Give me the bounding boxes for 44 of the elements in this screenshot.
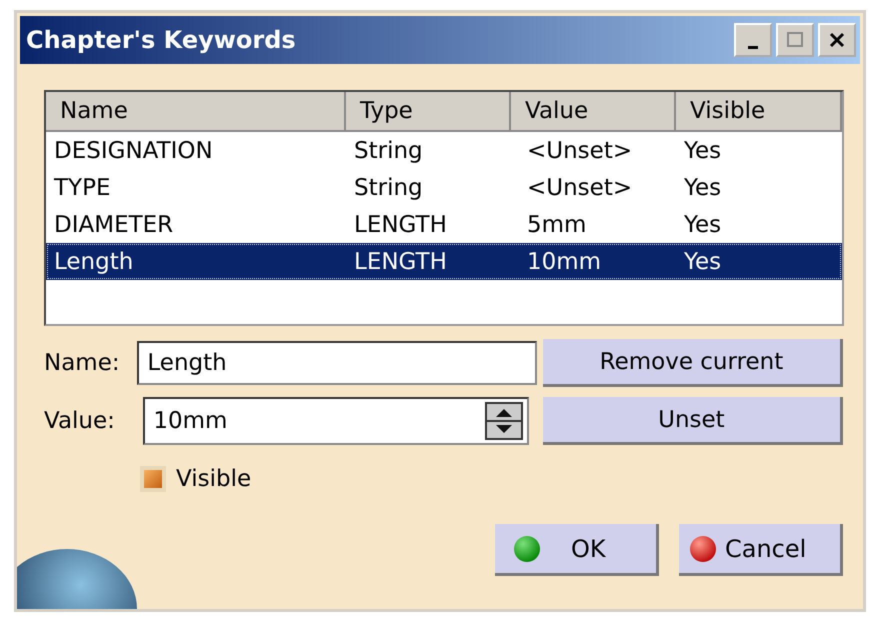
remove-current-button[interactable]: Remove current [542,339,844,387]
close-icon [827,30,847,50]
table-row[interactable]: TYPE String <Unset> Yes [46,169,842,206]
ball-icon [689,534,717,562]
unset-button[interactable]: Unset [542,397,843,445]
checkbox-label: Visible [176,466,252,492]
spinner-arrows-icon[interactable] [484,402,523,440]
table-cell-text: <Unset> [526,138,634,164]
table-cell-text: LENGTH [353,212,448,238]
table-cell-text: Yes [683,248,722,274]
table-cell-text: 10mm [526,248,602,274]
field-label: Name: [44,350,121,376]
table-cell-text: DIAMETER [53,212,174,238]
table-cell-text: LENGTH [353,248,448,274]
cancel-button[interactable]: Cancel [679,524,843,576]
ok-button[interactable]: OK [495,524,659,576]
table-row[interactable]: Length LENGTH 10mm Yes [46,243,842,280]
column-header[interactable]: Value [511,92,676,132]
table-cell-text: DESIGNATION [53,138,214,164]
table-cell-text: String [353,138,424,164]
table-row[interactable]: DIAMETER LENGTH 5mm Yes [46,206,842,243]
minimize-icon [748,46,758,48]
column-header[interactable]: Visible [676,92,842,132]
field-label: Value: [44,408,116,434]
visible-checkbox[interactable] [140,466,166,492]
table-cell-text: TYPE [53,174,112,200]
close-button[interactable] [818,23,856,57]
table-cell-text: Yes [683,138,722,164]
table-cell-text: Yes [683,174,722,200]
column-header[interactable]: Name [46,92,346,132]
maximize-icon [785,30,805,50]
table-cell-text: Length [53,248,134,274]
value-field[interactable]: 10mm [145,408,485,434]
window-title: Chapter's Keywords [26,26,296,54]
table-cell-text: Yes [683,212,722,238]
table-cell-text: <Unset> [526,174,634,200]
table-row[interactable]: DESIGNATION String <Unset> Yes [46,132,842,169]
ball-icon [513,534,541,562]
table-cell-text: 5mm [526,212,588,238]
column-header[interactable]: Type [346,92,511,132]
minimize-button[interactable] [734,23,772,57]
spin-box[interactable]: 10mm [143,397,529,445]
table-cell-text: String [353,174,424,200]
name-field[interactable]: Length [137,341,537,385]
